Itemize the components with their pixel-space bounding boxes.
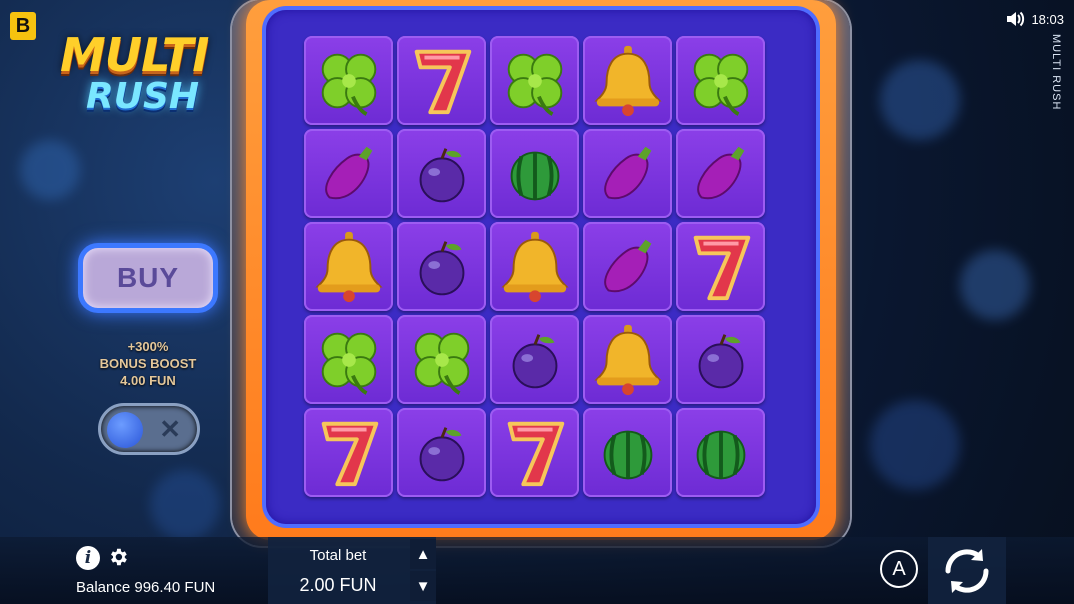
background-bokeh bbox=[960, 250, 1030, 320]
reel-cell bbox=[304, 315, 393, 404]
plum-icon bbox=[698, 333, 743, 388]
clover-icon bbox=[321, 332, 376, 395]
background-bokeh bbox=[870, 400, 960, 490]
clover-icon bbox=[507, 53, 562, 116]
background-bokeh bbox=[20, 140, 80, 200]
total-bet-label: Total bet bbox=[309, 547, 367, 564]
reel-cell bbox=[397, 408, 486, 497]
plum-icon bbox=[419, 147, 464, 202]
reel-cell bbox=[397, 129, 486, 218]
reel-cell bbox=[583, 129, 672, 218]
reel-cell bbox=[583, 222, 672, 311]
reel-cell bbox=[397, 315, 486, 404]
balance-display: Balance 996.40 FUN bbox=[76, 579, 216, 596]
eggplant-icon bbox=[324, 146, 372, 199]
clover-icon bbox=[321, 53, 376, 116]
background-bokeh bbox=[150, 470, 220, 540]
reel-cell bbox=[397, 36, 486, 125]
seven-icon bbox=[507, 421, 564, 486]
buy-bonus-button[interactable]: BUY bbox=[78, 243, 218, 313]
watermelon-icon bbox=[510, 151, 559, 200]
spin-button[interactable] bbox=[938, 543, 996, 599]
reel-cell bbox=[397, 222, 486, 311]
bet-decrease-button[interactable]: ▼ bbox=[410, 571, 436, 601]
game-title-vertical: MULTI RUSH bbox=[1050, 34, 1062, 111]
boost-title: BONUS BOOST bbox=[99, 356, 197, 371]
reel-grid bbox=[304, 36, 772, 504]
reel-cell bbox=[490, 315, 579, 404]
speaker-icon[interactable] bbox=[1005, 10, 1025, 28]
reel-cell bbox=[676, 222, 765, 311]
reel-cell bbox=[676, 408, 765, 497]
reel-cell bbox=[490, 36, 579, 125]
autoplay-button[interactable]: A bbox=[880, 550, 918, 588]
eggplant-icon bbox=[603, 146, 651, 199]
reel-cell bbox=[583, 315, 672, 404]
arrow-up-icon: ▲ bbox=[415, 545, 431, 563]
reel-cell bbox=[583, 408, 672, 497]
seven-icon bbox=[693, 235, 750, 300]
clover-icon bbox=[414, 332, 469, 395]
toggle-knob bbox=[107, 412, 143, 448]
arrow-down-icon: ▼ bbox=[415, 577, 431, 595]
watermelon-icon bbox=[603, 430, 652, 479]
game-logo-multi: MULTI bbox=[60, 28, 209, 82]
bell-icon bbox=[593, 45, 662, 116]
reel-cell bbox=[676, 36, 765, 125]
info-icon[interactable]: i bbox=[76, 546, 100, 570]
reel-cell bbox=[490, 222, 579, 311]
reel-cell bbox=[676, 129, 765, 218]
reel-cell bbox=[583, 36, 672, 125]
reel-cell bbox=[676, 315, 765, 404]
reel-cell bbox=[304, 129, 393, 218]
total-bet-value: 2.00 FUN bbox=[299, 575, 377, 595]
background-bokeh bbox=[880, 60, 960, 140]
seven-icon bbox=[414, 49, 471, 114]
reel-cell bbox=[304, 36, 393, 125]
reel-cell bbox=[490, 129, 579, 218]
clover-icon bbox=[693, 53, 748, 116]
plum-icon bbox=[419, 426, 464, 481]
reel-cell bbox=[490, 408, 579, 497]
game-logo: MULTI RUSH bbox=[52, 18, 252, 128]
plum-icon bbox=[419, 240, 464, 295]
close-icon: ✕ bbox=[159, 414, 181, 444]
reel-cell bbox=[304, 222, 393, 311]
brand-badge: B bbox=[10, 12, 36, 40]
status-area: 18:03 bbox=[1005, 10, 1064, 28]
reel-cell bbox=[304, 408, 393, 497]
watermelon-icon bbox=[696, 430, 745, 479]
boost-cost: 4.00 FUN bbox=[120, 373, 176, 388]
game-logo-rush: RUSH bbox=[86, 76, 200, 117]
seven-icon bbox=[321, 421, 378, 486]
bet-increase-button[interactable]: ▲ bbox=[410, 539, 436, 569]
clock-time: 18:03 bbox=[1031, 11, 1064, 27]
plum-icon bbox=[512, 333, 557, 388]
boost-percent: +300% bbox=[127, 339, 169, 354]
eggplant-icon bbox=[696, 146, 744, 199]
bell-icon bbox=[314, 231, 383, 302]
bell-icon bbox=[500, 231, 569, 302]
gear-icon[interactable] bbox=[107, 546, 131, 570]
eggplant-icon bbox=[603, 239, 651, 292]
bonus-boost-toggle[interactable]: ✕ bbox=[98, 403, 200, 455]
bonus-boost-info: +300% BONUS BOOST 4.00 FUN bbox=[78, 338, 218, 389]
bell-icon bbox=[593, 324, 662, 395]
